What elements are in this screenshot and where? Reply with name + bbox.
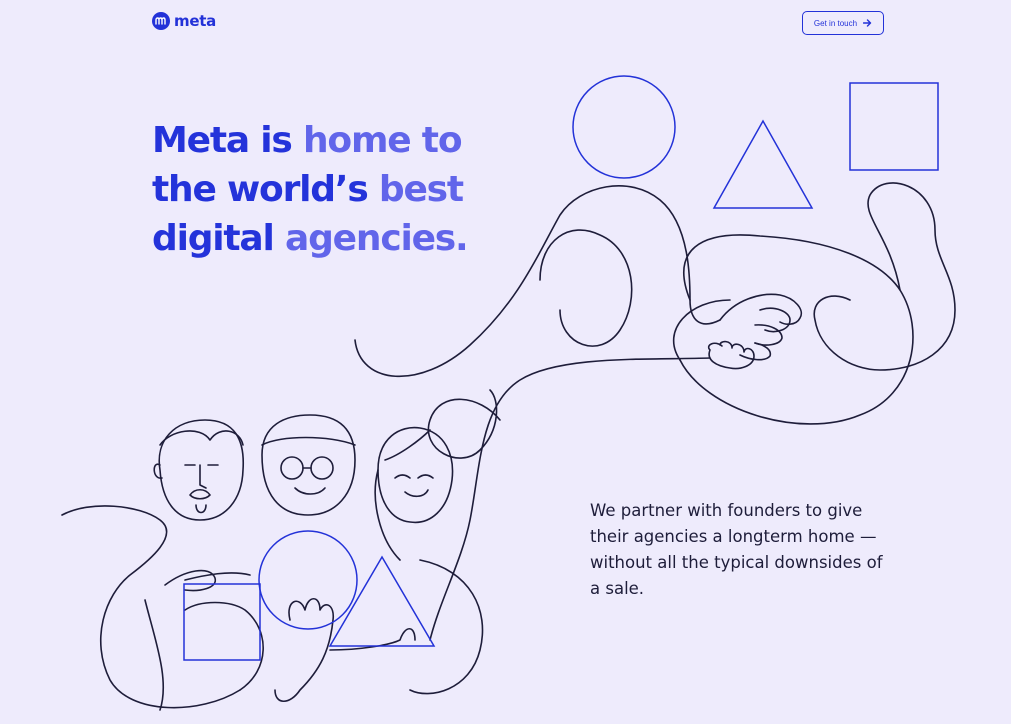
held-circle-icon [258, 530, 358, 630]
people-line-art [61, 414, 484, 711]
hero-illustration [61, 75, 956, 711]
square-shape-icon [849, 82, 939, 171]
triangle-shape-icon [712, 119, 814, 209]
held-square-icon [183, 583, 261, 661]
circle-shape-icon [572, 75, 676, 179]
hero-description: We partner with founders to give their a… [590, 501, 883, 598]
held-triangle-icon [328, 555, 436, 647]
